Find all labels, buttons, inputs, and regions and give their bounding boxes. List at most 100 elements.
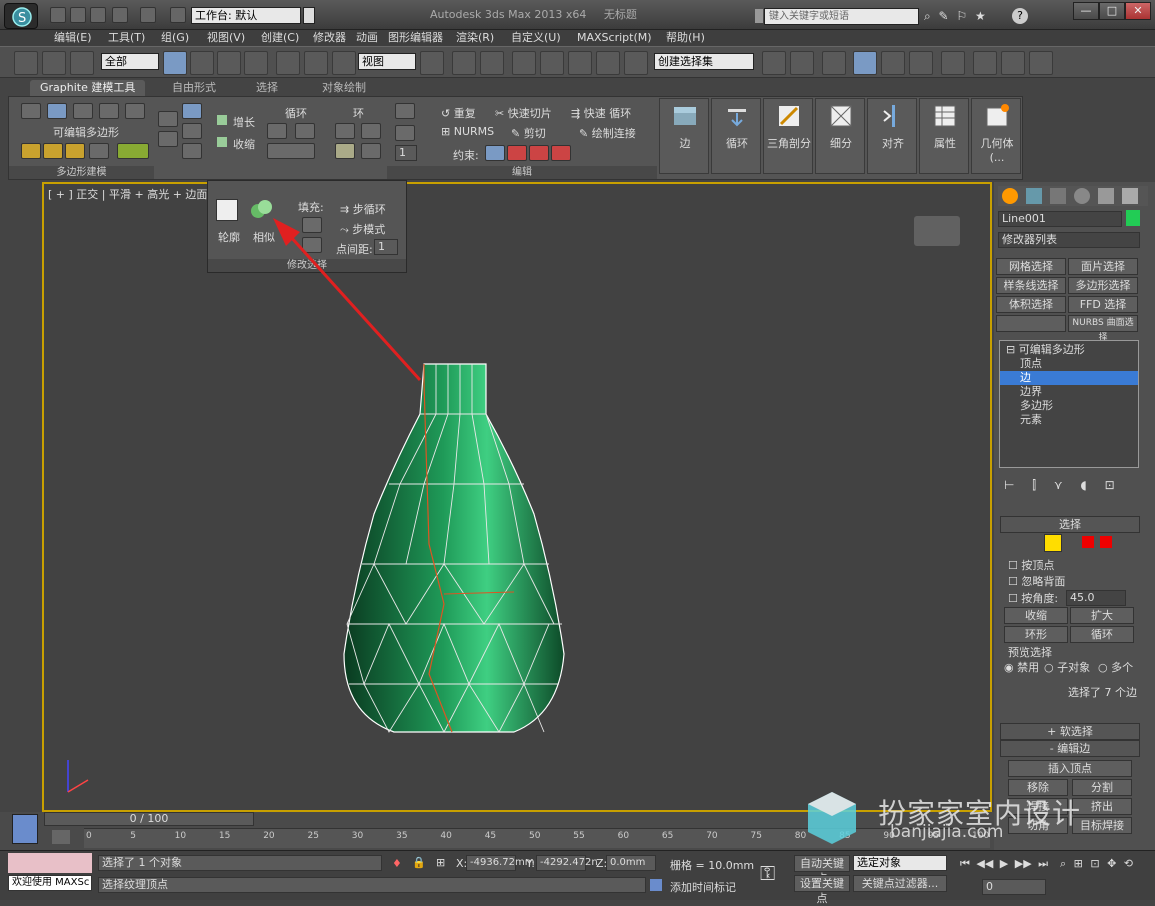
grow-button[interactable]: 增长: [233, 114, 255, 130]
maximize-button[interactable]: □: [1099, 2, 1125, 20]
stack-item-editpoly[interactable]: ⊟ 可编辑多边形: [1000, 343, 1138, 357]
quickloop-button[interactable]: ⇶ 快速 循环: [571, 105, 631, 121]
sub-icon-3[interactable]: [182, 143, 202, 159]
spline-select-button[interactable]: 样条线选择: [996, 277, 1066, 294]
setkey-button[interactable]: 设置关键点: [794, 875, 850, 905]
constraint-normal-icon[interactable]: [551, 145, 571, 161]
maxscript-listener[interactable]: [8, 853, 92, 873]
menu-rendering[interactable]: 渲染(R): [456, 30, 494, 46]
rect-selection-icon[interactable]: [217, 51, 241, 75]
preview-disable-radio[interactable]: ◉ 禁用: [1004, 659, 1039, 675]
grow-icon[interactable]: [217, 115, 227, 125]
preview-multi-radio[interactable]: ○ 多个: [1098, 659, 1133, 675]
perspective-viewport[interactable]: [ + ] 正交 | 平滑 + 高光 + 边面: [42, 182, 992, 812]
angle-field[interactable]: 45.0: [1066, 590, 1126, 606]
collapse-stack-icon[interactable]: [117, 143, 149, 159]
rotate-icon[interactable]: [304, 51, 328, 75]
poly-select-button[interactable]: 多边形选择: [1068, 277, 1138, 294]
tab-selection[interactable]: 选择: [246, 80, 288, 96]
mesh-select-button[interactable]: 网格选择: [996, 258, 1066, 275]
edit-named-sel-icon[interactable]: [624, 51, 648, 75]
sel-element-icon[interactable]: [1100, 536, 1112, 548]
soft-selection-rollout[interactable]: + 软选择: [1000, 723, 1140, 740]
menu-views[interactable]: 视图(V): [207, 30, 245, 46]
tab-object-paint[interactable]: 对象绘制: [312, 80, 376, 96]
ring-mode-icon[interactable]: [335, 143, 355, 159]
playback-controls-icons[interactable]: ⏮ ◀◀ ▶ ▶▶ ⏭: [960, 857, 1048, 871]
fill-icon[interactable]: [302, 217, 322, 233]
shrink-button[interactable]: 收缩: [1004, 607, 1068, 624]
tab-freeform[interactable]: 自由形式: [162, 80, 226, 96]
constraint-edge-icon[interactable]: [507, 145, 527, 161]
stack-icon[interactable]: [21, 143, 41, 159]
angle-snap-icon[interactable]: [540, 51, 564, 75]
sub-icon-2[interactable]: [182, 123, 202, 139]
keyboard-shortcut-icon[interactable]: [480, 51, 504, 75]
menu-tools[interactable]: 工具(T): [108, 30, 145, 46]
edit-icon[interactable]: [395, 125, 415, 141]
ring-button[interactable]: 环形: [1004, 626, 1068, 643]
modify-sel-icon[interactable]: [158, 111, 178, 127]
time-tag-icon[interactable]: [650, 879, 662, 891]
stack-tools-icons[interactable]: ⊢ ⫿ ⋎ ◖ ⊡: [1004, 478, 1115, 493]
nurbs-select-button[interactable]: NURBS 曲面选择: [1068, 315, 1138, 343]
stack-item-border[interactable]: 边界: [1000, 385, 1138, 399]
menu-help[interactable]: 帮助(H): [666, 30, 705, 46]
empty-mod-button[interactable]: [996, 315, 1066, 332]
outline-icon[interactable]: [216, 199, 238, 221]
border-mode-icon[interactable]: [73, 103, 93, 119]
outline-button[interactable]: 轮廓: [218, 229, 240, 245]
object-name-field[interactable]: Line001: [998, 211, 1122, 227]
selection-rollout-title[interactable]: 选择: [1000, 516, 1140, 533]
stack-item-polygon[interactable]: 多边形: [1000, 399, 1138, 413]
sel-edge-icon[interactable]: [1044, 534, 1062, 552]
spin-field[interactable]: 1: [395, 145, 417, 161]
select-object-icon[interactable]: [163, 51, 187, 75]
by-angle-checkbox[interactable]: ☐ 按角度:: [1008, 590, 1058, 606]
menu-maxscript[interactable]: MAXScript(M): [577, 30, 652, 46]
window-crossing-icon[interactable]: [244, 51, 268, 75]
vol-select-button[interactable]: 体积选择: [996, 296, 1066, 313]
key-icon[interactable]: ⚿: [760, 861, 775, 885]
element-mode-icon[interactable]: [125, 103, 145, 119]
shrink-icon[interactable]: [217, 137, 227, 147]
ring-button[interactable]: 环: [353, 105, 364, 121]
abs-mode-icon[interactable]: ⊞: [436, 856, 445, 869]
motion-tab-icon[interactable]: [1074, 188, 1090, 204]
undo-icon[interactable]: [112, 7, 128, 23]
utilities-tab-icon[interactable]: [1122, 188, 1138, 204]
ignore-back-checkbox[interactable]: ☐ 忽略背面: [1008, 573, 1065, 589]
render-production-icon[interactable]: [1029, 51, 1053, 75]
constraint-face-icon[interactable]: [529, 145, 549, 161]
paint-connect-button[interactable]: ✎ 绘制连接: [579, 125, 636, 141]
create-tab-icon[interactable]: [1002, 188, 1018, 204]
project-folder-icon[interactable]: [170, 7, 186, 23]
loop-mode-icon[interactable]: [267, 143, 315, 159]
cut-button[interactable]: ✎ 剪切: [511, 125, 546, 141]
new-file-icon[interactable]: [50, 7, 66, 23]
modify-tab-icon[interactable]: [1026, 188, 1042, 204]
key-set-select[interactable]: 选定对象: [853, 855, 947, 871]
grow-button[interactable]: 扩大: [1070, 607, 1134, 624]
app-logo-icon[interactable]: S: [4, 3, 38, 29]
named-selection-select[interactable]: 创建选择集: [654, 53, 754, 70]
material-editor-icon[interactable]: [941, 51, 965, 75]
repeat-button[interactable]: ↺ 重复: [441, 105, 476, 121]
minicurve-icon[interactable]: [12, 814, 38, 844]
menu-graph-editors[interactable]: 图形编辑器: [388, 30, 443, 46]
stack-item-vertex[interactable]: 顶点: [1000, 357, 1138, 371]
autokey-button[interactable]: 自动关键点: [794, 855, 850, 885]
step-mode-button[interactable]: ⤳ 步模式: [340, 221, 385, 237]
stack-item-edge[interactable]: 边: [1000, 371, 1138, 385]
ring-mode2-icon[interactable]: [361, 143, 381, 159]
similar-icon[interactable]: [248, 197, 276, 223]
time-slider[interactable]: 0 / 100: [44, 812, 254, 826]
insert-vertex-button[interactable]: 插入顶点: [1008, 760, 1132, 777]
graphite-toggle-icon[interactable]: [853, 51, 877, 75]
preview-icon[interactable]: [43, 143, 63, 159]
vertex-mode-icon[interactable]: [21, 103, 41, 119]
loop-remove-icon[interactable]: [295, 123, 315, 139]
search-input[interactable]: 键入关键字或短语: [764, 8, 919, 25]
menu-customize[interactable]: 自定义(U): [511, 30, 561, 46]
hierarchy-tab-icon[interactable]: [1050, 188, 1066, 204]
